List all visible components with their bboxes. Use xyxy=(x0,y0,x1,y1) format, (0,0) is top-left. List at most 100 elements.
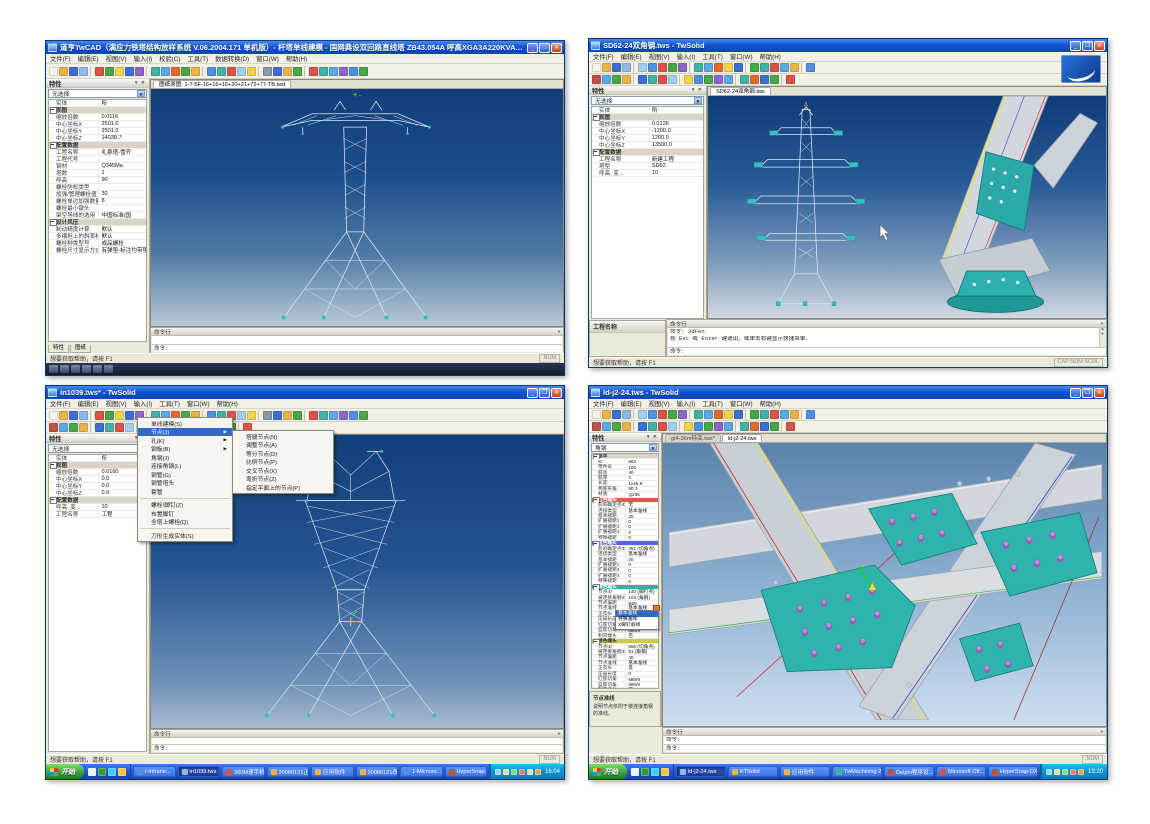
toolbar-icon[interactable] xyxy=(780,63,789,72)
toolbar-icon[interactable] xyxy=(760,410,769,419)
collapse-icon[interactable]: ▾ xyxy=(558,731,560,737)
tray-icon[interactable] xyxy=(1062,769,1068,775)
chevron-down-icon[interactable]: ▼ xyxy=(649,444,657,451)
quick-launch-icon[interactable] xyxy=(641,768,649,776)
toolbar-icon[interactable] xyxy=(151,67,160,76)
taskbar-button[interactable]: 20080121正... xyxy=(267,766,310,777)
toolbar-icon[interactable] xyxy=(790,410,799,419)
toolbar-icon[interactable] xyxy=(633,409,636,420)
toolbar-icon[interactable] xyxy=(319,67,328,76)
toolbar-icon[interactable] xyxy=(704,422,713,431)
toolbar-icon[interactable] xyxy=(638,63,647,72)
toolbar-icon[interactable] xyxy=(678,410,687,419)
toolbar-icon[interactable] xyxy=(59,423,68,432)
tray-icon[interactable] xyxy=(495,769,501,775)
toolbar-icon[interactable] xyxy=(638,75,647,84)
toolbar-icon[interactable] xyxy=(247,67,256,76)
menu-dropdown-item[interactable]: 单线建模(S) xyxy=(138,419,232,428)
menu-item[interactable]: 输入(I) xyxy=(134,54,153,63)
property-row[interactable]: 螺栓尺寸显示方式 有弹垫-标注均带垫 xyxy=(49,247,146,254)
menu-dropdown-item[interactable]: 布置脚钉 xyxy=(138,509,232,518)
tray-icon[interactable] xyxy=(503,769,509,775)
collapse-icon[interactable]: ▾ xyxy=(1101,321,1103,327)
taskbar-button[interactable]: KTSolid xyxy=(728,766,778,777)
toolbar-icon[interactable] xyxy=(770,422,779,431)
menu-item[interactable]: 输入(I) xyxy=(677,52,696,61)
toolbar-icon[interactable] xyxy=(359,411,368,420)
menu-item[interactable]: 编辑(E) xyxy=(621,52,642,61)
toolbar-icon[interactable] xyxy=(592,410,601,419)
toolbar-icon[interactable] xyxy=(786,75,795,84)
toolbar-icon[interactable] xyxy=(273,411,282,420)
toolbar-icon[interactable] xyxy=(125,67,134,76)
toolbar-icon[interactable] xyxy=(750,75,759,84)
tray-icon[interactable] xyxy=(527,769,533,775)
toolbar-icon[interactable] xyxy=(602,422,611,431)
toolbar-icon[interactable] xyxy=(704,75,713,84)
toolbar-icon[interactable] xyxy=(770,410,779,419)
toolbar-icon[interactable] xyxy=(694,75,703,84)
menu-dropdown-item[interactable]: 钢管塔头 xyxy=(138,479,232,488)
toolbar-icon[interactable] xyxy=(309,67,318,76)
toolbar-icon[interactable] xyxy=(90,410,93,421)
toolbar-icon[interactable] xyxy=(263,67,272,76)
menu-item[interactable]: 视图(V) xyxy=(106,399,127,408)
chevron-down-icon[interactable]: ▼ xyxy=(694,97,702,104)
maximize-button[interactable]: ❐ xyxy=(1082,41,1093,51)
toolbar-icon[interactable] xyxy=(95,423,104,432)
quick-launch-icon[interactable] xyxy=(631,768,639,776)
toolbar-icon[interactable] xyxy=(638,410,647,419)
title-bar[interactable]: ld-j2-24.tws - TwSolid _ ❐ ✕ xyxy=(589,386,1107,399)
toolbar-icon[interactable] xyxy=(359,67,368,76)
selection-combo[interactable]: 无选择▼ xyxy=(48,444,147,453)
minimize-button[interactable]: _ xyxy=(527,388,538,398)
quick-launch-icon[interactable] xyxy=(98,768,106,776)
menu-dropdown-item[interactable]: 套管 xyxy=(138,487,232,496)
command-log[interactable]: 命令: xyxy=(152,336,562,352)
taskbar-button[interactable]: 360M速手机 xyxy=(222,766,265,777)
taskbar-button[interactable]: ld-j2-24.tws xyxy=(676,766,726,777)
menu-item[interactable]: 帮助(H) xyxy=(217,399,238,408)
menu-item[interactable]: 窗口(W) xyxy=(730,52,753,61)
toolbar-icon[interactable] xyxy=(115,67,124,76)
scrollbar[interactable]: ▲▼ xyxy=(1099,328,1105,347)
toolbar-icon[interactable] xyxy=(806,63,815,72)
selection-combo[interactable]: 无选择▼ xyxy=(48,89,147,98)
menu-item[interactable]: 编辑(E) xyxy=(621,399,642,408)
submenu-item[interactable]: 调整节点(A) xyxy=(233,441,333,450)
toolbar-icon[interactable] xyxy=(760,63,769,72)
menu-dropdown-item[interactable]: 钢板(B) ▶ xyxy=(138,445,232,454)
toolbar-icon[interactable] xyxy=(714,410,723,419)
toolbar-icon[interactable] xyxy=(273,67,282,76)
toolbar-icon[interactable] xyxy=(319,411,328,420)
toolbar-icon[interactable] xyxy=(724,410,733,419)
quick-launch-icon[interactable] xyxy=(88,768,96,776)
minimize-button[interactable]: _ xyxy=(1070,41,1081,51)
title-bar[interactable]: in1039.tws* - TwSolid _ ❐ ✕ xyxy=(46,386,564,399)
toolbar-icon[interactable] xyxy=(202,66,205,77)
toolbar-icon[interactable] xyxy=(602,75,611,84)
toolbar-icon[interactable] xyxy=(237,67,246,76)
tray-icon[interactable] xyxy=(511,769,517,775)
toolbar-icon[interactable] xyxy=(694,410,703,419)
menu-item[interactable]: 输入(I) xyxy=(134,399,153,408)
toolbar-icon[interactable] xyxy=(329,411,338,420)
collapse-icon[interactable]: ▾ xyxy=(558,329,560,335)
toolbar-icon[interactable] xyxy=(181,67,190,76)
menu-item[interactable]: 工具(T) xyxy=(702,399,723,408)
toolbar-icon[interactable] xyxy=(304,66,307,77)
toolbar-icon[interactable] xyxy=(714,63,723,72)
menu-item[interactable]: 窗口(W) xyxy=(187,399,210,408)
toolbar-icon[interactable] xyxy=(59,67,68,76)
toolbar-icon[interactable] xyxy=(658,63,667,72)
toolbar-icon[interactable] xyxy=(90,422,93,433)
toolbar-icon[interactable] xyxy=(658,422,667,431)
property-row[interactable]: 工程名称 工程 xyxy=(49,511,146,518)
toolbar-icon[interactable] xyxy=(648,422,657,431)
toolbar-icon[interactable] xyxy=(79,411,88,420)
toolbar-icon[interactable] xyxy=(95,411,104,420)
start-button[interactable]: 开始 xyxy=(589,764,627,779)
minimize-button[interactable]: _ xyxy=(527,43,538,53)
submenu-item[interactable]: 交叉节点(X) xyxy=(233,466,333,475)
taskbar-button[interactable]: 20080121改... xyxy=(356,766,399,777)
